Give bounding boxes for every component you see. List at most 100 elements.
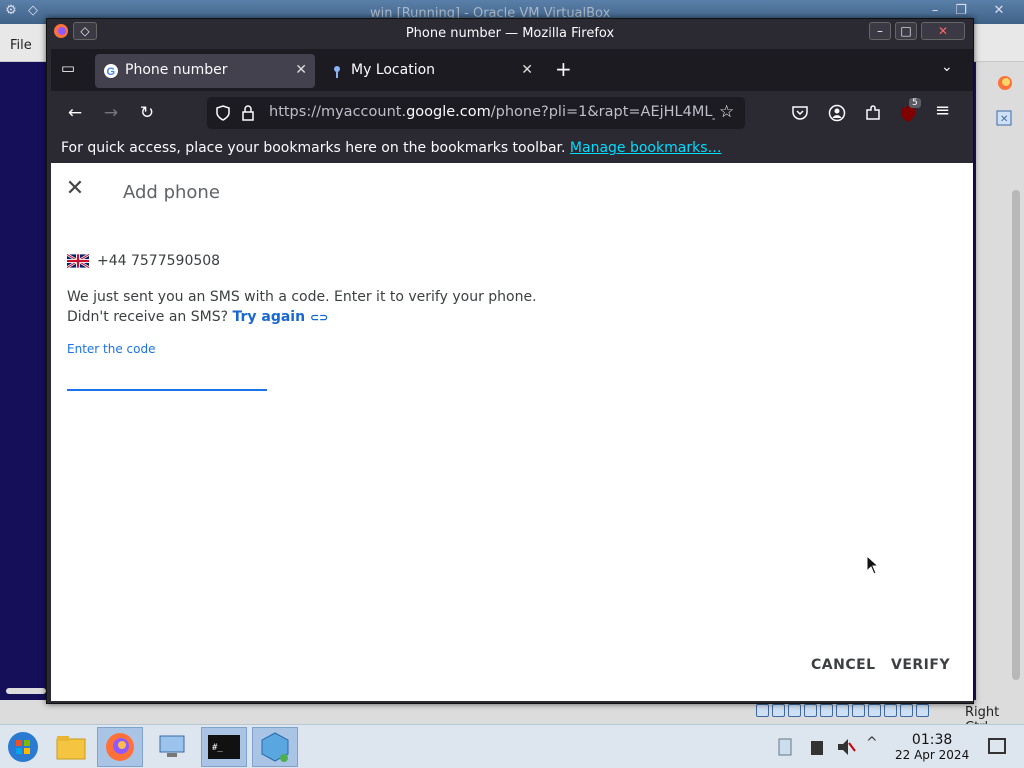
vbox-app-icon: ⚙	[5, 3, 17, 18]
svg-text:✕: ✕	[1000, 114, 1008, 125]
tab-close-icon[interactable]: ✕	[295, 62, 307, 78]
tab-label: Phone number	[125, 62, 228, 78]
svg-text:G: G	[107, 66, 116, 78]
close-dialog-icon[interactable]: ✕	[63, 177, 87, 201]
optical-icon[interactable]	[772, 704, 785, 717]
cancel-button[interactable]: CANCEL	[811, 657, 876, 673]
verify-button[interactable]: VERIFY	[891, 657, 950, 673]
extensions-puzzle-icon[interactable]	[864, 104, 882, 122]
url-path: /phone?pli=1&rapt=AEjHL4ML_5	[490, 104, 715, 120]
try-again-label: Try again	[232, 309, 306, 325]
page-title: Add phone	[123, 182, 220, 203]
vbox-menu-file[interactable]: File	[10, 38, 32, 53]
sms-sent-message: We just sent you an SMS with a code. Ent…	[67, 289, 537, 305]
guest-scrollbar-h[interactable]	[6, 688, 46, 694]
guest-desktop-edge	[0, 62, 46, 700]
page-content: ✕ Add phone +44 7577590508 We just sent …	[51, 163, 973, 701]
forward-button[interactable]: →	[99, 101, 123, 125]
pocket-icon[interactable]	[791, 104, 809, 122]
code-field-label: Enter the code	[67, 342, 156, 356]
taskbar-virtualbox[interactable]	[252, 727, 298, 767]
audio-icon[interactable]	[788, 704, 801, 717]
usb-icon[interactable]	[820, 704, 833, 717]
hamburger-menu-icon[interactable]: ≡	[935, 100, 950, 121]
uk-flag-icon	[67, 254, 89, 268]
ublock-extension-button[interactable]: 5	[899, 98, 921, 123]
code-input[interactable]	[67, 361, 267, 391]
hdd-icon[interactable]	[756, 704, 769, 717]
link-icon: ⊂⊃	[309, 311, 329, 324]
virtualbox-icon	[261, 732, 289, 762]
navigation-bar: ← → ↻ https://myaccount.google.com/phone…	[51, 91, 973, 135]
sms-not-received: Didn't receive an SMS? Try again ⊂⊃	[67, 309, 328, 325]
recording-icon[interactable]	[868, 704, 881, 717]
bookmark-star-icon[interactable]: ☆	[719, 102, 734, 122]
tab-my-location[interactable]: My Location ✕	[321, 54, 541, 88]
tray-volume-muted-icon[interactable]	[836, 737, 856, 757]
show-desktop-button[interactable]	[988, 738, 1006, 754]
vbox-close-button[interactable]: ✕	[988, 2, 1010, 20]
bookmarks-hint-text: For quick access, place your bookmarks h…	[61, 140, 566, 156]
clock-date: 22 Apr 2024	[895, 748, 970, 762]
taskbar: #_ ^ 01:38 22 Apr 2024	[0, 724, 1024, 768]
pin-tray-icon[interactable]: ✕	[996, 110, 1012, 126]
url-host: google.com	[406, 104, 491, 120]
taskbar-explorer[interactable]	[48, 727, 94, 767]
minimize-button[interactable]: –	[869, 22, 891, 40]
tray-clipboard-icon[interactable]	[776, 737, 794, 757]
clock-time: 01:38	[911, 732, 953, 748]
vbox-device-icons	[756, 704, 929, 717]
guest-scrollbar-v[interactable]	[1012, 190, 1020, 680]
manage-bookmarks-link[interactable]: Manage bookmarks…	[570, 140, 722, 156]
vbox-menu-icon[interactable]: ◇	[22, 2, 44, 20]
window-title: Phone number — Mozilla Firefox	[405, 26, 615, 41]
display-icon[interactable]	[852, 704, 865, 717]
tab-list-chevron-icon[interactable]: ⌄	[941, 59, 953, 75]
shield-icon[interactable]	[215, 105, 231, 121]
tab-bar: ▭ G Phone number ✕ My Location ✕ + ⌄	[51, 49, 973, 91]
google-g-icon: G	[104, 64, 118, 78]
bookmarks-hint: For quick access, place your bookmarks h…	[61, 140, 721, 156]
tray-expand-icon[interactable]: ^	[866, 735, 878, 751]
mouse-integration-icon[interactable]	[900, 704, 913, 717]
taskbar-network[interactable]	[150, 727, 196, 767]
tab-close-icon[interactable]: ✕	[521, 62, 533, 78]
try-again-link[interactable]: Try again ⊂⊃	[232, 309, 328, 325]
close-window-button[interactable]: ✕	[921, 22, 965, 40]
firefox-icon	[106, 733, 134, 761]
network-icon[interactable]	[804, 704, 817, 717]
phone-number: +44 7577590508	[97, 253, 221, 269]
tab-phone-number[interactable]: G Phone number ✕	[95, 54, 315, 88]
taskbar-firefox[interactable]	[97, 727, 143, 767]
bookmarks-toolbar: For quick access, place your bookmarks h…	[51, 135, 973, 163]
network-computer-icon	[159, 735, 185, 757]
reload-button[interactable]: ↻	[135, 101, 159, 125]
taskbar-terminal[interactable]: #_	[201, 727, 247, 767]
url-prefix: https://myaccount.	[269, 104, 407, 120]
back-button[interactable]: ←	[63, 101, 87, 125]
start-button[interactable]	[0, 727, 46, 767]
mouse-cursor-icon	[866, 555, 880, 575]
folder-icon	[56, 736, 86, 760]
extension-badge: 5	[909, 98, 921, 108]
firefox-titlebar: ◇ Phone number — Mozilla Firefox – □ ✕	[47, 19, 973, 49]
firefox-view-icon[interactable]: ▭	[57, 59, 79, 81]
shared-folder-icon[interactable]	[836, 704, 849, 717]
taskbar-clock[interactable]: 01:38 22 Apr 2024	[895, 732, 969, 762]
lock-icon[interactable]	[241, 104, 255, 122]
url-text[interactable]: https://myaccount.google.com/phone?pli=1…	[269, 104, 715, 120]
terminal-icon: #_	[208, 735, 240, 759]
maximize-button[interactable]: □	[895, 22, 917, 40]
cpu-icon[interactable]	[884, 704, 897, 717]
new-tab-button[interactable]: +	[555, 57, 572, 81]
windows-orb-icon	[8, 732, 38, 762]
keyboard-icon[interactable]	[916, 704, 929, 717]
account-icon[interactable]	[828, 104, 846, 122]
pin-icon	[334, 66, 340, 78]
firefox-window: ◇ Phone number — Mozilla Firefox – □ ✕ ▭…	[46, 18, 974, 704]
firefox-tray-icon[interactable]	[996, 74, 1014, 92]
svg-text:#_: #_	[212, 743, 223, 753]
tray-battery-icon[interactable]	[808, 737, 826, 757]
sms-question-text: Didn't receive an SMS?	[67, 309, 229, 325]
url-bar[interactable]: https://myaccount.google.com/phone?pli=1…	[207, 97, 745, 129]
